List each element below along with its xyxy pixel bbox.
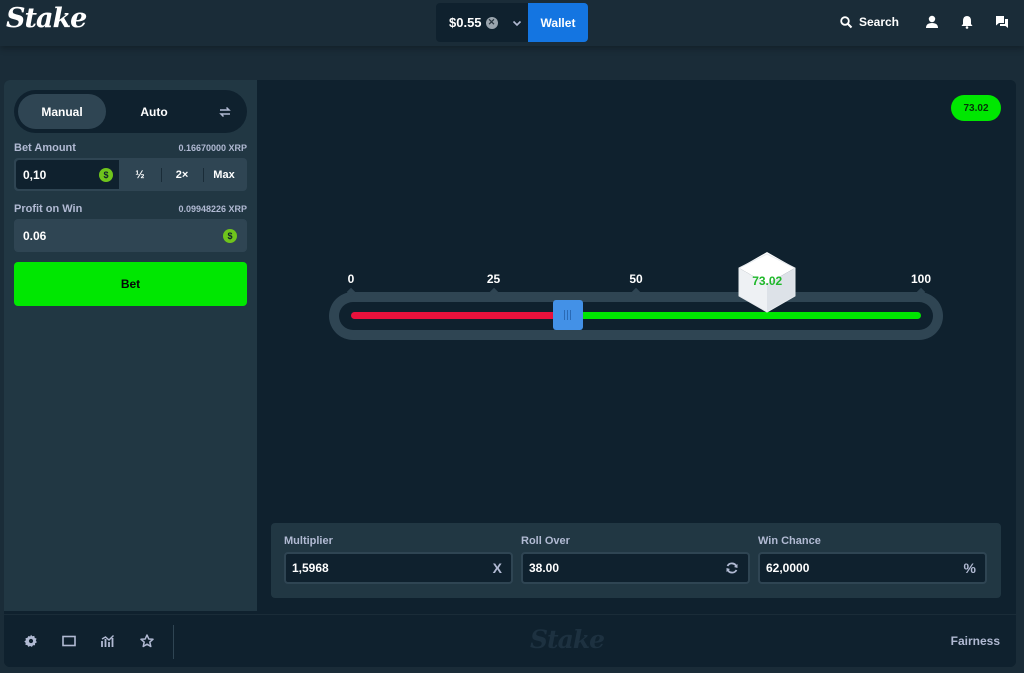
tick-label-0: 0 [347,272,355,286]
dice-result-label: 73.02 [752,274,783,288]
tick-label-25: 25 [486,272,501,286]
slider-handle[interactable] [552,300,583,330]
profit-on-win-crypto: 0.09948226 XRP [178,204,247,214]
search-button[interactable]: Search [840,15,899,29]
refresh-icon[interactable] [725,561,739,575]
fairness-link[interactable]: Fairness [951,634,1000,648]
win-chance-label: Win Chance [758,535,821,547]
profit-label-row: Profit on Win 0.09948226 XRP [14,203,247,215]
dollar-icon: $ [223,228,237,243]
balance-group: $0.55 ✕ Wallet [436,3,588,42]
roll-over-label: Roll Over [521,535,570,547]
xrp-coin-icon: ✕ [485,16,498,29]
roll-over-value: 38.00 [529,561,560,575]
multiplier-x-icon: X [492,560,502,576]
win-chance-input[interactable]: 62,0000 % [758,552,987,584]
profit-on-win-field: 0.06 $ [14,219,247,252]
game-controls: Multiplier 1,5968 X Roll Over 38.00 Win … [271,523,1001,598]
multiplier-value: 1,5968 [292,561,329,575]
swap-icon[interactable] [218,105,232,119]
win-chance-value: 62,0000 [766,561,810,575]
live-stats-icon[interactable] [101,634,115,648]
roll-over-input[interactable]: 38.00 [521,552,750,584]
stake-logo[interactable]: Stake [6,3,87,34]
profit-on-win-label: Profit on Win [14,203,83,215]
top-header: Stake $0.55 ✕ Wallet Search [0,0,1024,46]
half-bet-button[interactable]: ½ [119,160,161,189]
lose-range-bar [351,312,568,319]
search-label: Search [858,15,899,29]
last-result-badge[interactable]: 73.02 [951,95,1001,121]
profit-on-win-value: 0.06 [23,228,47,243]
max-bet-button[interactable]: Max [203,160,245,189]
wallet-button[interactable]: Wallet [528,3,588,42]
balance-amount: $0.55 [449,15,482,30]
bet-sidebar: Manual Auto Bet Amount 0.16670000 XRP 0,… [4,80,257,611]
game-footer: Stake Fairness [4,614,1016,667]
settings-icon[interactable] [24,634,38,648]
bet-amount-crypto: 0.16670000 XRP [178,143,247,153]
tab-auto[interactable]: Auto [110,94,198,129]
bet-amount-label: Bet Amount [14,142,76,154]
dollar-icon: $ [99,167,113,182]
footer-divider [173,625,174,659]
percent-icon: % [963,560,976,576]
footer-stake-logo: Stake [530,625,605,654]
grip-icon [564,310,572,320]
favorite-star-icon[interactable] [140,634,154,648]
bet-amount-label-row: Bet Amount 0.16670000 XRP [14,142,247,154]
roll-slider: 0 25 50 100 73.02 [329,252,943,340]
user-icon[interactable] [925,15,939,29]
tick-label-100: 100 [910,272,932,286]
theatre-mode-icon[interactable] [62,634,76,648]
dice-game: Manual Auto Bet Amount 0.16670000 XRP 0,… [4,80,1016,667]
bet-amount-group: 0,10 $ ½ 2× Max [14,158,247,191]
chevron-down-icon [512,20,521,26]
bell-icon[interactable] [960,15,974,29]
header-actions: Search [840,0,1024,44]
search-icon [840,15,853,28]
double-bet-button[interactable]: 2× [161,160,203,189]
bet-amount-value: 0,10 [23,167,47,182]
tick-label-50: 50 [629,272,643,286]
mode-toggle: Manual Auto [14,90,247,133]
chat-icon[interactable] [995,15,1009,29]
multiplier-label: Multiplier [284,535,333,547]
tab-manual[interactable]: Manual [18,94,106,129]
dice-result: 73.02 [737,250,797,314]
bet-amount-input[interactable]: 0,10 $ [16,160,119,189]
multiplier-input[interactable]: 1,5968 X [284,552,513,584]
bet-button[interactable]: Bet [14,262,247,306]
balance-selector[interactable]: $0.55 ✕ [436,3,528,42]
